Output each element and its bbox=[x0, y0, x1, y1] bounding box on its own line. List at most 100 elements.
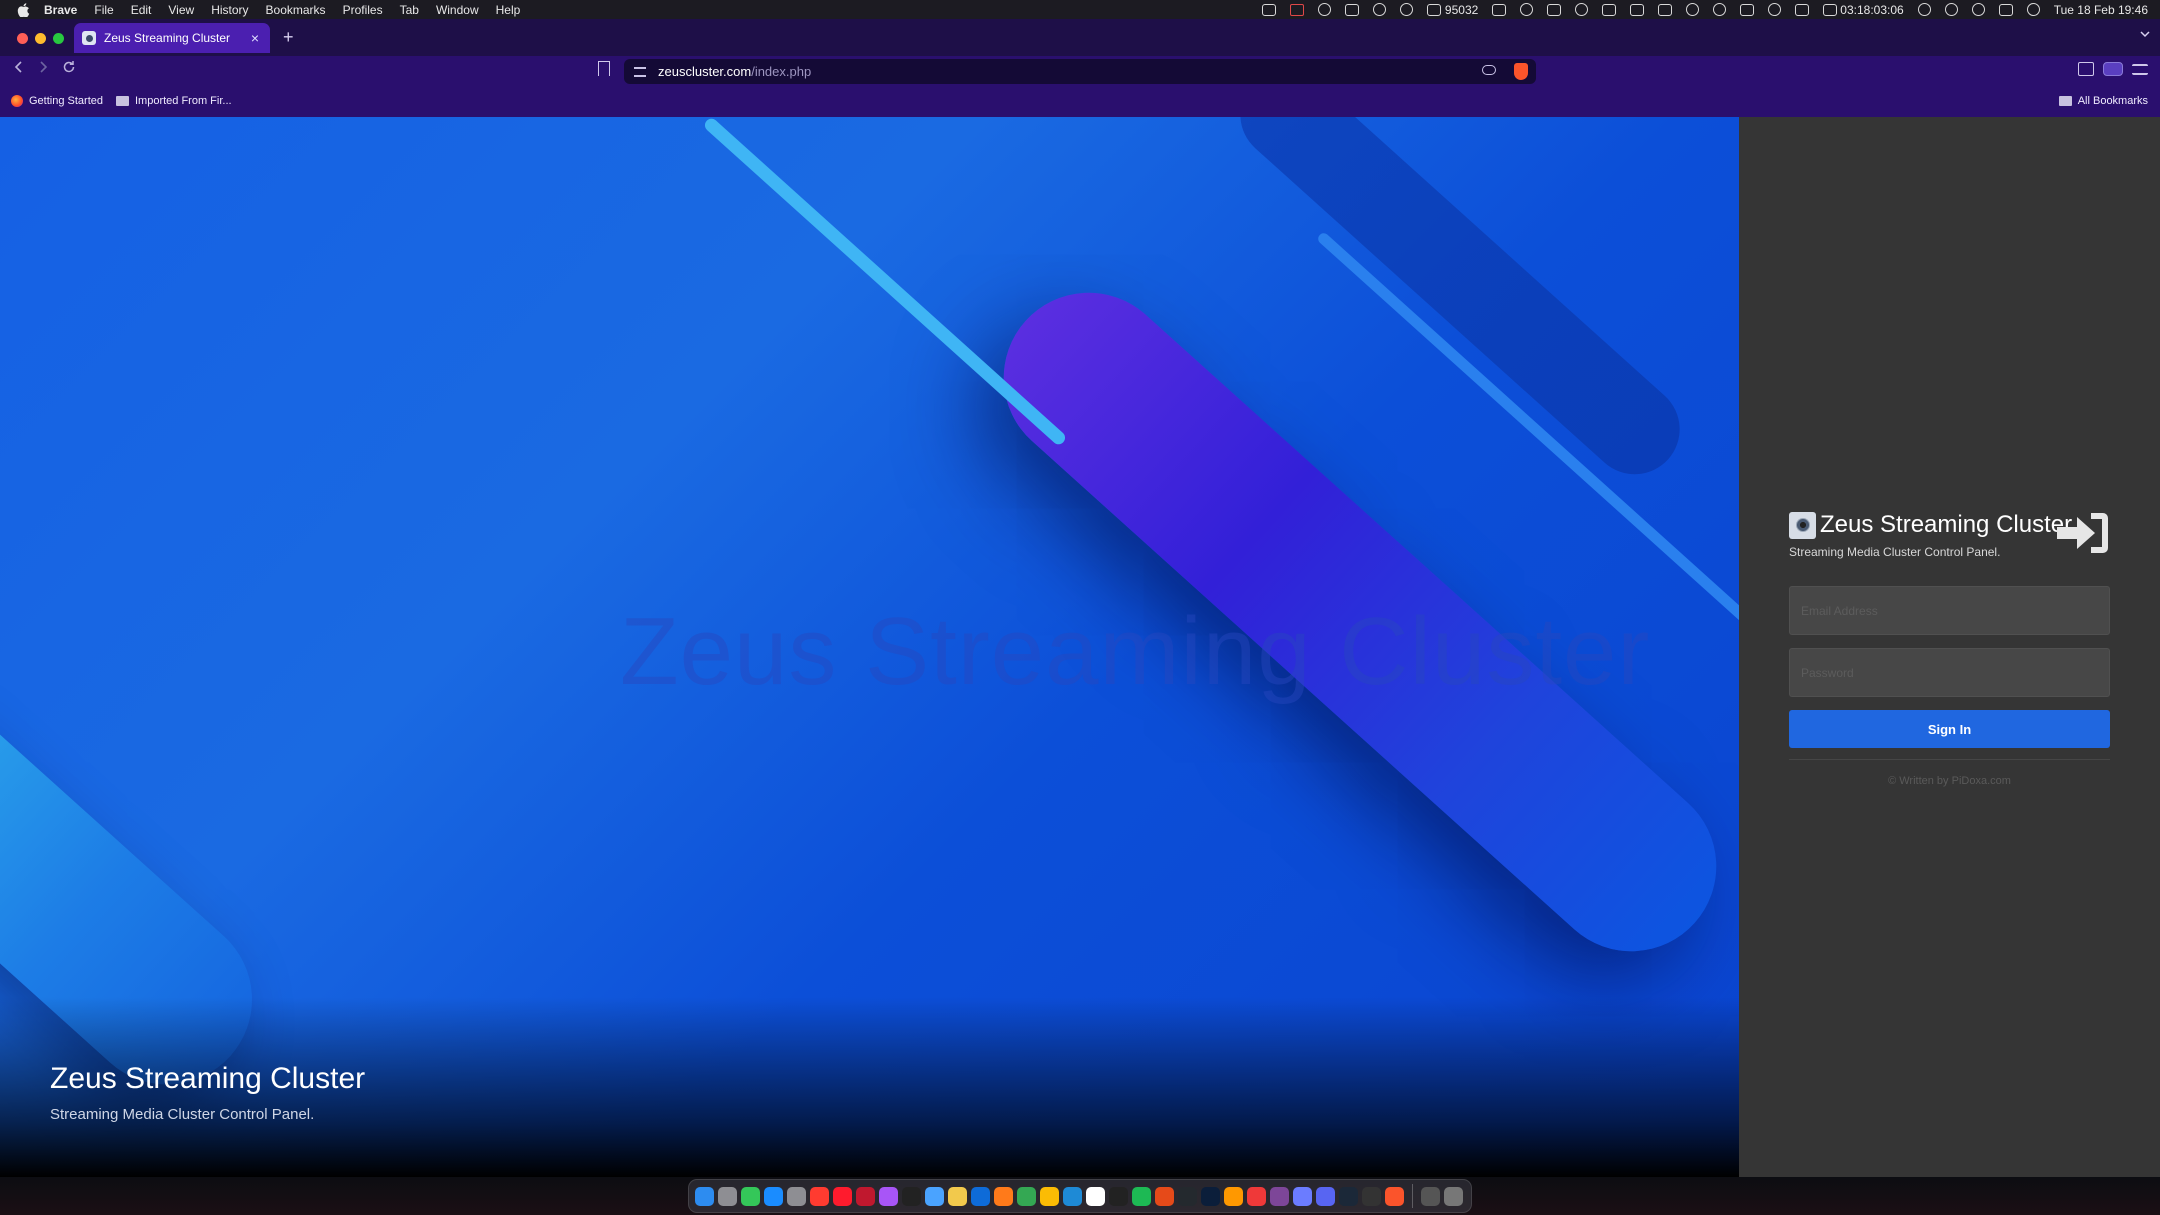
opera-icon[interactable] bbox=[833, 1186, 852, 1206]
circle-icon[interactable] bbox=[1399, 3, 1413, 16]
sidebar-toggle-icon[interactable] bbox=[2078, 62, 2094, 76]
dropbox-icon[interactable] bbox=[1344, 3, 1359, 16]
news-icon[interactable] bbox=[810, 1186, 829, 1206]
menubar-clock[interactable]: Tue 18 Feb 19:46 bbox=[2054, 3, 2148, 17]
new-tab-button[interactable]: + bbox=[283, 27, 294, 48]
apple-icon[interactable] bbox=[16, 2, 30, 17]
reload-icon[interactable] bbox=[62, 60, 76, 74]
site-settings-icon[interactable] bbox=[634, 66, 646, 77]
photoshop-icon[interactable] bbox=[1201, 1186, 1220, 1206]
iphone-mirroring-icon[interactable] bbox=[1421, 1186, 1440, 1206]
preview-icon[interactable] bbox=[925, 1186, 944, 1206]
menu-history[interactable]: History bbox=[211, 3, 248, 17]
password-field[interactable] bbox=[1789, 648, 2110, 697]
email-field[interactable] bbox=[1789, 586, 2110, 635]
brave-icon[interactable] bbox=[1385, 1186, 1404, 1206]
arc-icon[interactable] bbox=[1293, 1186, 1312, 1206]
back-arrow-icon[interactable] bbox=[13, 60, 25, 74]
teamviewer-icon[interactable] bbox=[971, 1186, 990, 1206]
launchpad-icon[interactable] bbox=[718, 1186, 737, 1206]
timer-status[interactable]: 03:18:03:06 bbox=[1823, 2, 1904, 17]
calendar-icon[interactable] bbox=[1086, 1186, 1105, 1206]
menu-edit[interactable]: Edit bbox=[131, 3, 152, 17]
x-circle-icon[interactable] bbox=[1686, 3, 1700, 16]
discord-icon[interactable] bbox=[1316, 1186, 1335, 1206]
a-box-icon[interactable] bbox=[1547, 3, 1562, 16]
window-icon[interactable] bbox=[1630, 3, 1645, 16]
window-close-button[interactable] bbox=[17, 33, 28, 44]
all-bookmarks-button[interactable]: All Bookmarks bbox=[2058, 95, 2148, 107]
chevron-down-icon[interactable] bbox=[2140, 29, 2150, 39]
time-machine-icon[interactable] bbox=[1917, 3, 1931, 16]
brave-wallet-icon[interactable] bbox=[2103, 62, 2123, 76]
malwarebytes-icon[interactable] bbox=[1658, 3, 1673, 16]
globe-icon[interactable] bbox=[1713, 3, 1727, 16]
mail-status[interactable]: 95032 bbox=[1426, 3, 1478, 17]
menu-help[interactable]: Help bbox=[496, 3, 521, 17]
chrome-alt-icon[interactable] bbox=[1040, 1186, 1059, 1206]
wifi-icon[interactable] bbox=[1944, 3, 1958, 16]
password-key-icon[interactable] bbox=[1482, 65, 1496, 75]
finder-icon[interactable] bbox=[695, 1186, 714, 1206]
window-minimize-button[interactable] bbox=[35, 33, 46, 44]
messages-icon[interactable] bbox=[741, 1186, 760, 1206]
bookmark-folder-imported[interactable]: Imported From Fir... bbox=[116, 95, 232, 107]
trash-icon[interactable] bbox=[1444, 1186, 1463, 1206]
opera-gx-icon[interactable] bbox=[856, 1186, 875, 1206]
vscode-icon[interactable] bbox=[1063, 1186, 1082, 1206]
spotlight-search-icon[interactable] bbox=[1971, 3, 1985, 16]
minus-circle-icon[interactable] bbox=[1575, 3, 1589, 16]
notes-icon[interactable] bbox=[948, 1186, 967, 1206]
vivaldi-icon[interactable] bbox=[1247, 1186, 1266, 1206]
brave-shields-icon[interactable] bbox=[1514, 63, 1528, 80]
menu-bookmarks[interactable]: Bookmarks bbox=[266, 3, 326, 17]
card-icon[interactable] bbox=[1795, 3, 1810, 16]
window-zoom-button[interactable] bbox=[53, 33, 64, 44]
gauge-icon[interactable] bbox=[1372, 3, 1386, 16]
terminal-icon[interactable] bbox=[1109, 1186, 1128, 1206]
address-bar[interactable]: zeuscluster.com /index.php bbox=[624, 59, 1536, 84]
tab-zeus-streaming-cluster[interactable]: Zeus Streaming Cluster × bbox=[74, 23, 270, 53]
firefox-icon[interactable] bbox=[994, 1186, 1013, 1206]
leaf-icon[interactable] bbox=[1261, 3, 1276, 16]
spotify-icon[interactable] bbox=[1132, 1186, 1151, 1206]
all-bookmarks-label: All Bookmarks bbox=[2077, 95, 2148, 107]
control-center-icon[interactable] bbox=[1998, 3, 2013, 16]
menu-view[interactable]: View bbox=[168, 3, 194, 17]
menu-tab[interactable]: Tab bbox=[400, 3, 419, 17]
form-divider bbox=[1789, 759, 2110, 760]
chrome-icon[interactable] bbox=[1017, 1186, 1036, 1206]
system-settings-icon[interactable] bbox=[787, 1186, 806, 1206]
hamburger-menu-icon[interactable] bbox=[2132, 64, 2148, 75]
list-icon[interactable] bbox=[1317, 3, 1331, 16]
stack-icon[interactable] bbox=[1155, 1186, 1174, 1206]
browser-tab-strip: Zeus Streaming Cluster × + bbox=[0, 19, 2160, 56]
timer-readout: 03:18:03:06 bbox=[1840, 2, 1904, 17]
bookmark-page-icon[interactable] bbox=[598, 61, 610, 76]
bookmark-getting-started[interactable]: Getting Started bbox=[11, 95, 103, 107]
hero-subtitle: Streaming Media Cluster Control Panel. bbox=[50, 1106, 315, 1123]
sign-in-button[interactable]: Sign In bbox=[1789, 710, 2110, 748]
podcasts-icon[interactable] bbox=[879, 1186, 898, 1206]
siri-icon[interactable] bbox=[2026, 3, 2040, 16]
github-icon[interactable] bbox=[1178, 1186, 1197, 1206]
tor-icon[interactable] bbox=[1270, 1186, 1289, 1206]
tv-icon[interactable] bbox=[902, 1186, 921, 1206]
forward-arrow-icon[interactable] bbox=[37, 60, 49, 74]
menu-file[interactable]: File bbox=[94, 3, 113, 17]
tab-close-icon[interactable]: × bbox=[248, 30, 262, 46]
menu-profiles[interactable]: Profiles bbox=[343, 3, 383, 17]
sublime-icon[interactable] bbox=[1224, 1186, 1243, 1206]
rocket-icon[interactable] bbox=[1520, 3, 1534, 16]
display-icon[interactable] bbox=[1740, 3, 1755, 16]
play-icon[interactable] bbox=[1768, 3, 1782, 16]
bluetooth-icon[interactable] bbox=[1602, 3, 1617, 16]
menu-app-name[interactable]: Brave bbox=[44, 3, 77, 17]
menu-window[interactable]: Window bbox=[436, 3, 479, 17]
app-store-icon[interactable] bbox=[764, 1186, 783, 1206]
bookmark-label: Getting Started bbox=[29, 95, 103, 107]
scanner-icon[interactable] bbox=[1492, 3, 1507, 16]
warning-icon[interactable] bbox=[1289, 3, 1304, 16]
steam-icon[interactable] bbox=[1339, 1186, 1358, 1206]
prompt-icon[interactable] bbox=[1362, 1186, 1381, 1206]
